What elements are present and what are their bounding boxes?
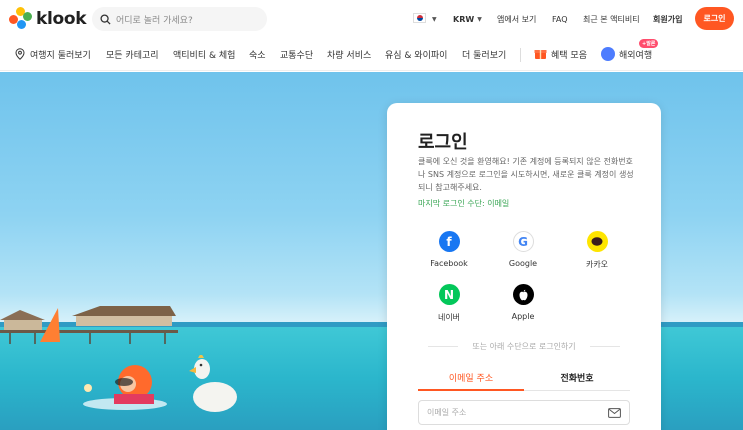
new-badge: +말론 (639, 39, 659, 48)
google-icon: G (512, 231, 534, 252)
login-button[interactable]: 로그인 (695, 7, 734, 30)
facebook-icon: f (438, 231, 460, 252)
category-transport[interactable]: 교통수단 (280, 48, 313, 61)
faq-link[interactable]: FAQ (552, 0, 568, 38)
search-bar[interactable]: 어디로 놀러 가세요? (92, 7, 267, 31)
top-header: klook 어디로 놀러 가세요? ▼ KRW ▼ 앱에서 보기 FAQ 최근 본… (0, 0, 743, 38)
tab-email[interactable]: 이메일 주소 (418, 371, 524, 391)
logo-text: klook (36, 9, 87, 29)
login-description: 클룩에 오신 것을 환영해요! 기존 계정에 등록되지 않은 전화번호나 SNS… (418, 157, 634, 192)
benefits-link[interactable]: 혜택 모음 (551, 48, 587, 61)
chevron-down-icon: ▼ (432, 15, 437, 23)
tab-phone[interactable]: 전화번호 (524, 371, 630, 391)
facebook-login-button[interactable]: f Facebook (419, 231, 479, 268)
apple-label: Apple (511, 312, 535, 321)
language-dropdown[interactable]: ▼ (429, 0, 437, 38)
category-sim-wifi[interactable]: 유심 & 와이파이 (385, 48, 447, 61)
signup-link[interactable]: 회원가입 (653, 0, 682, 38)
category-divider (520, 48, 521, 62)
google-label: Google (508, 259, 538, 268)
last-login-method: 마지막 로그인 수단: 이메일 (418, 199, 510, 208)
overseas-travel-link[interactable]: 해외여행 (619, 48, 652, 61)
water-villas-illustration (0, 306, 178, 344)
login-card: 로그인 클룩에 오신 것을 환영해요! 기존 계정에 등록되지 않은 전화번호나… (387, 103, 661, 430)
kakao-icon (586, 231, 608, 252)
app-link[interactable]: 앱에서 보기 (497, 0, 536, 38)
currency-dropdown[interactable]: KRW ▼ (453, 0, 482, 38)
search-placeholder: 어디로 놀러 가세요? (116, 15, 193, 26)
search-icon (100, 13, 111, 25)
recent-activities-link[interactable]: 최근 본 액티비티 (583, 0, 640, 38)
korea-flag-icon[interactable] (413, 13, 426, 23)
klook-logo[interactable]: klook (9, 7, 87, 31)
category-activities[interactable]: 액티비티 & 체험 (173, 48, 235, 61)
category-bar: 여행지 둘러보기 모든 카테고리 액티비티 & 체험 숙소 교통수단 차량 서비… (0, 38, 743, 71)
category-destinations[interactable]: 여행지 둘러보기 (30, 48, 91, 61)
category-car-service[interactable]: 차량 서비스 (327, 48, 371, 61)
apple-login-button[interactable]: Apple (493, 284, 553, 321)
email-field[interactable] (427, 408, 608, 417)
kakao-label: 카카오 (585, 260, 609, 269)
category-stays[interactable]: 숙소 (249, 48, 266, 61)
map-pin-icon (15, 48, 25, 60)
swimmer-illustration (83, 365, 167, 410)
apple-icon (512, 284, 534, 305)
facebook-label: Facebook (430, 259, 468, 268)
duck-float-illustration (189, 355, 237, 412)
naver-label: 네이버 (437, 313, 461, 322)
klook-logo-icon (9, 7, 33, 31)
currency-label: KRW (453, 14, 475, 24)
category-more[interactable]: 더 둘러보기 (462, 48, 506, 61)
naver-icon: N (438, 284, 460, 305)
mail-icon (608, 407, 621, 418)
google-login-button[interactable]: G Google (493, 231, 553, 268)
kakao-login-button[interactable]: 카카오 (567, 231, 627, 270)
other-methods-divider: 또는 아래 수단으로 로그인하기 (418, 341, 630, 352)
chevron-down-icon: ▼ (477, 15, 482, 23)
globe-icon (601, 47, 615, 61)
naver-login-button[interactable]: N 네이버 (419, 284, 479, 323)
category-all[interactable]: 모든 카테고리 (106, 48, 159, 61)
email-field-wrapper (418, 400, 630, 425)
login-title: 로그인 (418, 132, 468, 153)
gift-icon (534, 50, 547, 59)
